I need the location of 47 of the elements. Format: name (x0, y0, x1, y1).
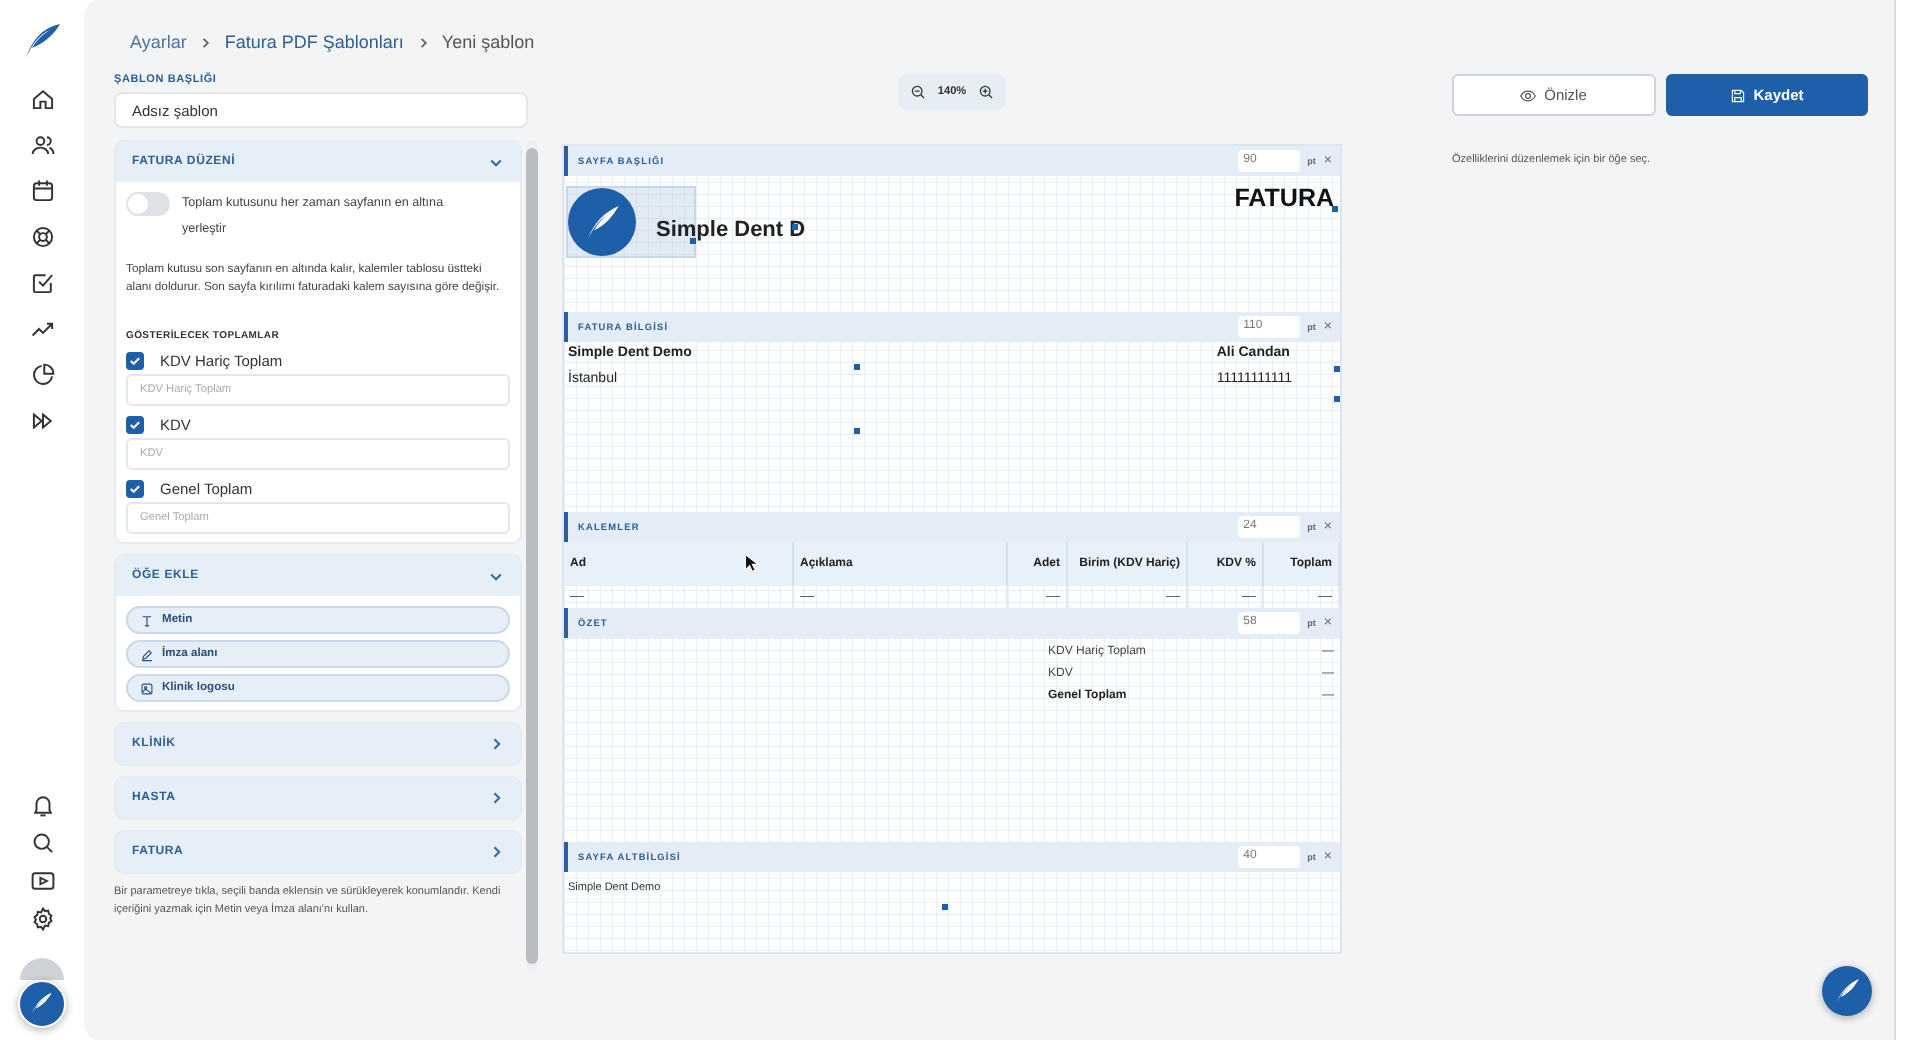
lifebuoy-icon[interactable] (29, 224, 55, 250)
resize-handle[interactable] (1334, 366, 1340, 372)
app-logo-button[interactable] (1822, 966, 1872, 1016)
cursor-icon (744, 552, 758, 574)
fast-forward-icon[interactable] (29, 408, 55, 434)
resize-handle[interactable] (1332, 206, 1338, 212)
breadcrumb-link[interactable]: Fatura PDF Şablonları (224, 32, 404, 52)
eye-icon (1520, 87, 1537, 103)
zoom-out-icon[interactable] (909, 84, 926, 100)
checkbox[interactable] (126, 416, 144, 434)
clinic-logo[interactable] (568, 188, 636, 256)
chevron-icon[interactable] (488, 844, 504, 860)
chevron-icon (198, 35, 213, 49)
chevron-icon[interactable] (488, 790, 504, 806)
resize-handle[interactable] (854, 428, 860, 434)
pie-chart-icon[interactable] (29, 362, 55, 388)
breadcrumb-link[interactable]: Ayarlar (130, 32, 187, 52)
text-icon (140, 613, 154, 627)
home-icon[interactable] (29, 86, 55, 112)
toggle-switch[interactable] (126, 192, 170, 216)
checkbox[interactable] (126, 352, 144, 370)
floppy-icon (1729, 87, 1746, 103)
chevron-icon[interactable] (488, 154, 504, 170)
calendar-icon[interactable] (29, 178, 55, 204)
image-icon (140, 681, 154, 695)
video-icon[interactable] (29, 868, 55, 894)
checkbox[interactable] (126, 480, 144, 498)
app-logo-button[interactable] (18, 980, 66, 1028)
resize-handle[interactable] (942, 904, 948, 910)
resize-handle[interactable] (792, 224, 798, 230)
bell-icon[interactable] (29, 792, 55, 818)
search-icon[interactable] (29, 830, 55, 856)
users-icon[interactable] (29, 132, 55, 158)
pen-icon (140, 647, 154, 661)
feather-logo[interactable] (22, 20, 62, 60)
chevron-icon (415, 35, 430, 49)
resize-handle[interactable] (690, 238, 696, 244)
scrollbar[interactable] (526, 140, 538, 972)
resize-handle[interactable] (854, 364, 860, 370)
breadcrumb-current: Yeni şablon (441, 32, 535, 52)
zoom-in-icon[interactable] (978, 84, 995, 100)
document-title[interactable]: FATURA (1234, 184, 1334, 212)
chevron-icon[interactable] (488, 736, 504, 752)
resize-handle[interactable] (1334, 396, 1340, 402)
checkbox-icon[interactable] (29, 270, 55, 296)
chevron-icon[interactable] (488, 568, 504, 584)
settings-icon[interactable] (29, 906, 55, 932)
